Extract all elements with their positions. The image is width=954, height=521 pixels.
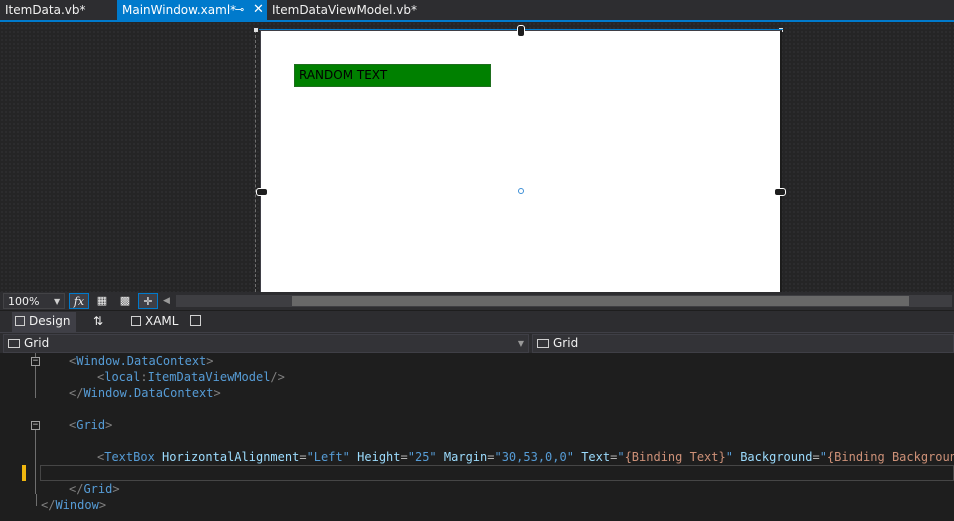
preview-textbox-text: RANDOM TEXT	[299, 68, 388, 82]
element-dropdown-left[interactable]: Grid ▼	[3, 334, 529, 353]
xaml-navigation-bar: Grid ▼ Grid	[0, 332, 954, 353]
tab-label: ItemData.vb*	[5, 3, 86, 17]
tag-name: TextBox	[104, 450, 155, 464]
xaml-code-editor[interactable]: − − <Window.DataContext> <local:ItemData…	[0, 353, 954, 521]
collapse-pane-icon	[190, 315, 201, 326]
grid-center-marker	[518, 188, 524, 194]
unsaved-change-marker	[22, 465, 26, 481]
tab-itemdata-vb[interactable]: ItemData.vb*	[0, 0, 117, 20]
view-switch-bar: Design ⇅ XAML	[0, 310, 954, 332]
code-line-5: <Grid>	[69, 418, 113, 432]
pin-icon[interactable]: ⊸	[235, 0, 244, 20]
zoom-dropdown[interactable]: 100% ▼	[3, 293, 65, 309]
code-line-7: <TextBox HorizontalAlignment="Left" Heig…	[97, 449, 954, 465]
snap-gridlines-icon[interactable]: ▩	[115, 293, 135, 309]
line-gutter	[0, 353, 20, 521]
grid-toggle-icon[interactable]: ▦	[92, 293, 112, 309]
chevron-down-icon: ▼	[54, 297, 61, 306]
code-line-1: <Window.DataContext>	[69, 354, 214, 368]
selection-corner	[254, 28, 258, 32]
code-line-3: </Window.DataContext>	[69, 386, 221, 400]
binding-value: {Binding Background}	[826, 450, 954, 464]
tag-name: Window.DataContext	[83, 386, 214, 400]
quote: "	[725, 450, 733, 464]
attr-name: Margin	[443, 450, 488, 464]
element-dropdown-right-value: Grid	[553, 336, 579, 350]
element-dropdown-right[interactable]: Grid	[532, 334, 954, 353]
design-icon	[15, 316, 25, 326]
tag-name: Window.DataContext	[76, 354, 207, 368]
tab-itemdataviewmodel-vb[interactable]: ItemDataViewModel.vb*	[267, 0, 437, 20]
tag-name: Window	[55, 498, 99, 512]
tag-name: Grid	[83, 482, 113, 496]
attr-name: Background	[740, 450, 813, 464]
close-icon[interactable]: ✕	[253, 0, 264, 20]
xaml-icon	[131, 316, 141, 326]
outline-guide	[35, 366, 36, 398]
tag-name: Grid	[76, 418, 106, 432]
tag-name: ItemDataViewModel	[147, 370, 271, 384]
selection-guide	[255, 30, 256, 292]
tab-label: ItemDataViewModel.vb*	[272, 3, 418, 17]
outline-guide	[35, 430, 36, 494]
fx-button[interactable]: fx	[69, 293, 89, 309]
snap-to-lines-icon[interactable]: ✛	[138, 293, 158, 309]
element-dropdown-left-value: Grid	[24, 336, 50, 350]
xaml-designer-surface[interactable]	[0, 22, 954, 292]
resize-handle-right[interactable]	[774, 188, 786, 196]
fx-label: fx	[73, 295, 85, 308]
attr-value: "Left"	[306, 450, 350, 464]
quote: "	[819, 450, 827, 464]
scroll-left-icon[interactable]: ◀	[163, 293, 170, 309]
attr-name: HorizontalAlignment	[162, 450, 300, 464]
swap-panes-button[interactable]: ⇅	[93, 312, 103, 332]
collapse-icon[interactable]: −	[31, 421, 40, 430]
tab-design[interactable]: Design	[12, 312, 77, 332]
resize-handle-left[interactable]	[256, 188, 268, 196]
current-line-highlight	[40, 465, 954, 481]
document-tab-strip: ItemData.vb* MainWindow.xaml* ⊸ ✕ ItemDa…	[0, 0, 954, 22]
designer-zoom-toolbar: 100% ▼ fx ▦ ▩ ✛ ◀	[0, 292, 954, 310]
resize-handle-top[interactable]	[517, 25, 525, 37]
code-line-2: <local:ItemDataViewModel/>	[97, 370, 285, 384]
collapse-icon[interactable]: −	[31, 357, 40, 366]
attr-name: Height	[357, 450, 401, 464]
tab-label: MainWindow.xaml*	[122, 3, 237, 17]
zoom-value: 100%	[8, 295, 40, 308]
element-icon	[537, 339, 549, 348]
code-line-10: </Window>	[41, 498, 107, 512]
quote: "	[617, 450, 625, 464]
tab-xaml[interactable]: XAML	[131, 312, 178, 332]
code-line-9: </Grid>	[69, 482, 120, 496]
attr-name: Text	[581, 450, 611, 464]
attr-value: "25"	[407, 450, 437, 464]
tab-design-label: Design	[29, 314, 71, 328]
outline-guide	[36, 494, 37, 506]
element-icon	[8, 339, 20, 348]
collapse-pane-button[interactable]	[190, 312, 205, 332]
tag-prefix: local	[104, 370, 141, 384]
tab-xaml-label: XAML	[145, 314, 179, 328]
swap-icon: ⇅	[93, 314, 104, 328]
attr-value: "30,53,0,0"	[494, 450, 574, 464]
binding-value: {Binding Text}	[624, 450, 726, 464]
scrollbar-thumb[interactable]	[292, 296, 909, 306]
preview-textbox[interactable]: RANDOM TEXT	[294, 64, 491, 87]
chevron-down-icon: ▼	[517, 339, 524, 348]
tab-mainwindow-xaml[interactable]: MainWindow.xaml* ⊸ ✕	[117, 0, 267, 22]
